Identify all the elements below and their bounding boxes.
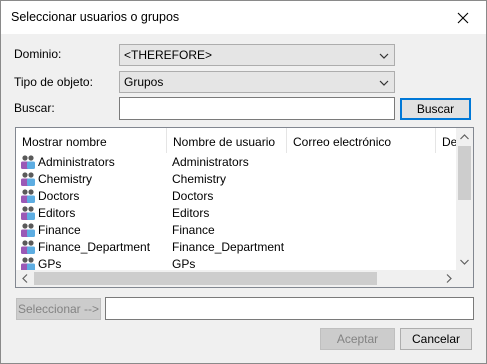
group-icon xyxy=(20,222,36,238)
group-icon xyxy=(20,171,36,187)
vertical-scroll-thumb[interactable] xyxy=(458,146,471,200)
scrollbar-corner xyxy=(456,270,473,287)
list-item[interactable]: Administrators Administrators xyxy=(16,154,457,171)
search-input[interactable] xyxy=(119,97,395,120)
list-item[interactable]: Finance_Department Finance_Department xyxy=(16,239,457,256)
scroll-up-button[interactable] xyxy=(456,128,473,145)
cell-username: GPs xyxy=(172,257,196,271)
chevron-down-icon xyxy=(460,259,469,265)
cell-display-name: Finance_Department xyxy=(38,240,151,254)
list-header: Mostrar nombre Nombre de usuario Correo … xyxy=(16,128,457,153)
horizontal-scroll-thumb[interactable] xyxy=(34,272,377,285)
search-label: Buscar: xyxy=(14,101,55,115)
cell-username: Administrators xyxy=(172,155,249,169)
cell-username: Doctors xyxy=(172,189,214,203)
horizontal-scrollbar[interactable] xyxy=(16,270,457,287)
object-type-dropdown[interactable]: Grupos xyxy=(119,71,395,93)
list-item[interactable]: Chemistry Chemistry xyxy=(16,171,457,188)
object-type-value: Grupos xyxy=(124,75,164,89)
search-button[interactable]: Buscar xyxy=(400,98,471,120)
dialog-title: Seleccionar usuarios o grupos xyxy=(11,10,180,24)
column-header-description[interactable]: Des xyxy=(436,128,457,153)
cell-display-name: Finance xyxy=(38,223,81,237)
scroll-right-button[interactable] xyxy=(440,270,457,287)
group-icon xyxy=(20,188,36,204)
group-icon xyxy=(20,154,36,170)
cell-username: Finance xyxy=(172,223,215,237)
chevron-down-icon xyxy=(379,53,389,59)
scroll-left-button[interactable] xyxy=(16,270,33,287)
close-button[interactable] xyxy=(440,1,486,34)
cancel-button[interactable]: Cancelar xyxy=(400,328,472,350)
scroll-down-button[interactable] xyxy=(456,253,473,270)
domain-label: Dominio: xyxy=(14,47,62,61)
cell-username: Chemistry xyxy=(172,172,227,186)
cell-display-name: Chemistry xyxy=(38,172,93,186)
list-item[interactable]: Doctors Doctors xyxy=(16,188,457,205)
chevron-up-icon xyxy=(460,133,469,139)
column-header-display-name[interactable]: Mostrar nombre xyxy=(16,128,167,153)
column-header-username[interactable]: Nombre de usuario xyxy=(167,128,287,153)
column-header-email[interactable]: Correo electrónico xyxy=(287,128,436,153)
select-users-dialog: Seleccionar usuarios o grupos Dominio: <… xyxy=(0,0,487,364)
domain-dropdown[interactable]: <THEREFORE> xyxy=(119,44,395,66)
cell-display-name: Administrators xyxy=(38,155,115,169)
list-item[interactable]: Editors Editors xyxy=(16,205,457,222)
title-bar: Seleccionar usuarios o grupos xyxy=(1,1,486,34)
domain-value: <THEREFORE> xyxy=(124,48,213,62)
accept-button[interactable]: Aceptar xyxy=(320,328,395,350)
cell-display-name: Editors xyxy=(38,206,76,220)
cell-display-name: GPs xyxy=(38,257,62,271)
list-item[interactable]: Finance Finance xyxy=(16,222,457,239)
results-list[interactable]: Mostrar nombre Nombre de usuario Correo … xyxy=(15,127,474,288)
cell-display-name: Doctors xyxy=(38,189,80,203)
group-icon xyxy=(20,205,36,221)
close-icon xyxy=(457,12,469,23)
object-type-label: Tipo de objeto: xyxy=(14,75,93,89)
cell-username: Editors xyxy=(172,206,210,220)
chevron-left-icon xyxy=(21,274,27,283)
vertical-scrollbar[interactable] xyxy=(456,128,473,270)
selected-items-field[interactable] xyxy=(105,297,474,320)
cell-username: Finance_Department xyxy=(172,240,285,254)
group-icon xyxy=(20,239,36,255)
chevron-down-icon xyxy=(379,80,389,86)
select-arrow-button[interactable]: Seleccionar --> xyxy=(16,298,101,320)
chevron-right-icon xyxy=(446,274,452,283)
